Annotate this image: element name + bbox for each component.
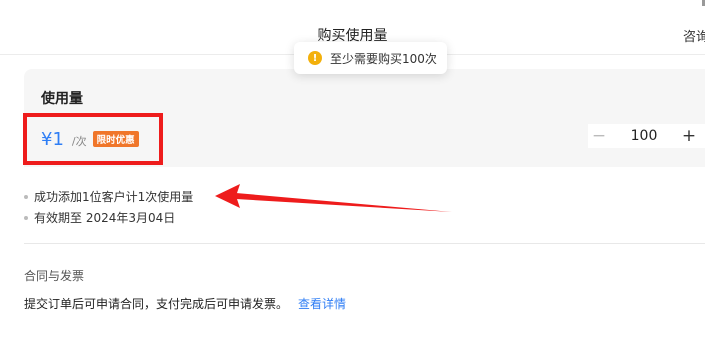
contract-title: 合同与发票 bbox=[24, 269, 85, 283]
note-text: 有效期至 2024年3月04日 bbox=[34, 211, 176, 225]
section-divider bbox=[24, 243, 705, 244]
contract-text: 提交订单后可申请合同，支付完成后可申请发票。 bbox=[24, 297, 289, 311]
consult-link[interactable]: 咨询 bbox=[683, 26, 705, 45]
bullet-dot bbox=[24, 194, 28, 199]
toast-notification: ! 至少需要购买100次 bbox=[294, 42, 447, 74]
highlight-box bbox=[23, 113, 163, 165]
arrow-head bbox=[215, 184, 240, 208]
increase-button[interactable]: + bbox=[678, 124, 700, 148]
view-details-link[interactable]: 查看详情 bbox=[298, 295, 346, 312]
quantity-input[interactable] bbox=[618, 125, 670, 147]
usage-notes: 成功添加1位客户计1次使用量 有效期至 2024年3月04日 bbox=[24, 186, 193, 228]
note-text: 成功添加1位客户计1次使用量 bbox=[34, 190, 194, 204]
quantity-stepper[interactable]: − + bbox=[588, 124, 705, 148]
bullet-dot bbox=[24, 215, 28, 220]
arrow-shaft bbox=[236, 193, 452, 212]
contract-text-row: 提交订单后可申请合同，支付完成后可申请发票。 查看详情 bbox=[24, 295, 346, 312]
list-item: 有效期至 2024年3月04日 bbox=[24, 207, 193, 228]
toast-message: 至少需要购买100次 bbox=[330, 51, 437, 66]
list-item: 成功添加1位客户计1次使用量 bbox=[24, 186, 193, 207]
decrease-button[interactable]: − bbox=[588, 124, 610, 148]
usage-title: 使用量 bbox=[41, 91, 83, 107]
warning-icon: ! bbox=[308, 51, 322, 65]
